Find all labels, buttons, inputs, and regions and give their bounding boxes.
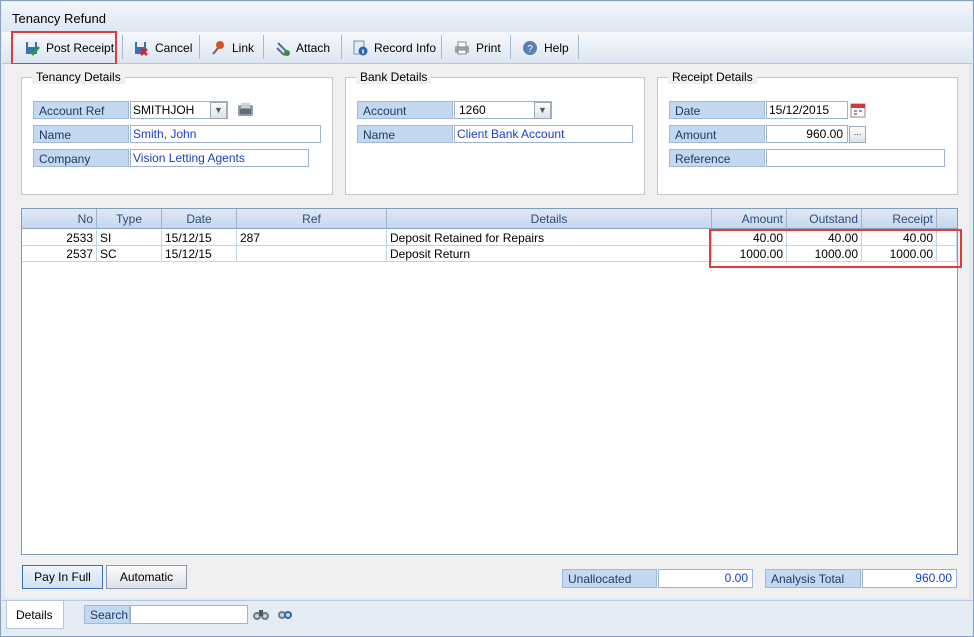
printer-icon bbox=[455, 41, 469, 55]
col-header-outstand[interactable]: Outstand bbox=[787, 209, 862, 229]
tenancy-details-title: Tenancy Details bbox=[32, 70, 125, 84]
table-row-cell-ref[interactable] bbox=[237, 246, 387, 262]
table-row-cell-details[interactable]: Deposit Return bbox=[387, 246, 712, 262]
link-label: Link bbox=[232, 41, 255, 55]
col-header-type[interactable]: Type bbox=[97, 209, 162, 229]
table-row-cell-ref[interactable]: 287 bbox=[237, 230, 387, 246]
print-label: Print bbox=[476, 41, 501, 55]
name-label: Name bbox=[33, 125, 129, 143]
receipt-details-title: Receipt Details bbox=[668, 70, 757, 84]
table-row-cell-no[interactable]: 2533 bbox=[22, 230, 97, 246]
cancel-icon bbox=[135, 42, 148, 56]
record-info-button[interactable]: Record Info bbox=[346, 34, 442, 62]
date-field[interactable]: 15/12/2015 bbox=[766, 101, 848, 119]
table-row-cell-no[interactable]: 2537 bbox=[22, 246, 97, 262]
col-header-ref[interactable]: Ref bbox=[237, 209, 387, 229]
col-header-date[interactable]: Date bbox=[162, 209, 237, 229]
tenancy-refund-window: Tenancy Refund Post Receipt Cancel Link … bbox=[0, 0, 974, 637]
bank-name-field[interactable]: Client Bank Account bbox=[454, 125, 633, 143]
cancel-button[interactable]: Cancel bbox=[127, 34, 198, 62]
attach-label: Attach bbox=[296, 41, 331, 55]
link-button[interactable]: Link bbox=[204, 34, 260, 62]
post-receipt-highlight bbox=[11, 31, 117, 65]
unallocated-label: Unallocated bbox=[562, 569, 657, 588]
amount-label: Amount bbox=[669, 125, 765, 143]
help-icon: ? bbox=[523, 41, 537, 55]
bank-details-title: Bank Details bbox=[356, 70, 432, 84]
company-field[interactable]: Vision Letting Agents bbox=[130, 149, 309, 167]
reference-label: Reference bbox=[669, 149, 765, 167]
pay-in-full-button[interactable]: Pay In Full bbox=[22, 565, 103, 589]
toolbar: Post Receipt Cancel Link Attach Record I… bbox=[2, 32, 972, 64]
cancel-label: Cancel bbox=[155, 41, 193, 55]
print-button[interactable]: Print bbox=[448, 34, 507, 62]
table-row-cell-date[interactable]: 15/12/15 bbox=[162, 230, 237, 246]
table-row-cell-type[interactable]: SI bbox=[97, 230, 162, 246]
advanced-search-icon[interactable] bbox=[276, 606, 294, 622]
bank-account-dropdown-icon[interactable]: ▼ bbox=[534, 102, 551, 119]
analysis-total-label: Analysis Total bbox=[765, 569, 861, 588]
col-header-details[interactable]: Details bbox=[387, 209, 712, 229]
col-header-no[interactable]: No bbox=[22, 209, 97, 229]
record-info-icon bbox=[353, 40, 368, 56]
search-input[interactable] bbox=[130, 605, 248, 624]
reference-field[interactable] bbox=[766, 149, 945, 167]
bank-name-label: Name bbox=[357, 125, 453, 143]
bank-account-label: Account bbox=[357, 101, 453, 119]
help-button[interactable]: ? Help bbox=[516, 34, 575, 62]
pin-icon bbox=[212, 41, 224, 55]
window-title: Tenancy Refund bbox=[2, 2, 972, 32]
tenant-name-field[interactable]: Smith, John bbox=[130, 125, 321, 143]
automatic-button[interactable]: Automatic bbox=[106, 565, 187, 589]
svg-text:?: ? bbox=[527, 44, 533, 55]
table-row-cell-type[interactable]: SC bbox=[97, 246, 162, 262]
amount-field[interactable]: 960.00 bbox=[766, 125, 848, 143]
attach-button[interactable]: Attach bbox=[268, 34, 336, 62]
col-header-amount[interactable]: Amount bbox=[712, 209, 787, 229]
account-ref-label: Account Ref bbox=[33, 101, 129, 119]
lookup-icon[interactable] bbox=[237, 102, 254, 118]
company-label: Company bbox=[33, 149, 129, 167]
binoculars-icon[interactable] bbox=[252, 606, 270, 622]
table-row-cell-details[interactable]: Deposit Retained for Repairs bbox=[387, 230, 712, 246]
paperclip-icon bbox=[276, 42, 290, 56]
amount-ellipsis-button[interactable]: ... bbox=[849, 126, 866, 143]
analysis-total-value: 960.00 bbox=[862, 569, 957, 588]
account-ref-dropdown-icon[interactable]: ▼ bbox=[210, 102, 227, 119]
search-label: Search bbox=[84, 605, 130, 624]
table-row-cell-date[interactable]: 15/12/15 bbox=[162, 246, 237, 262]
unallocated-value: 0.00 bbox=[658, 569, 753, 588]
help-label: Help bbox=[544, 41, 569, 55]
record-info-label: Record Info bbox=[374, 41, 437, 55]
date-label: Date bbox=[669, 101, 765, 119]
tab-details[interactable]: Details bbox=[6, 601, 64, 629]
calendar-icon[interactable] bbox=[850, 102, 866, 118]
col-header-spacer bbox=[937, 209, 957, 229]
amounts-highlight bbox=[709, 229, 962, 268]
col-header-receipt[interactable]: Receipt bbox=[862, 209, 937, 229]
